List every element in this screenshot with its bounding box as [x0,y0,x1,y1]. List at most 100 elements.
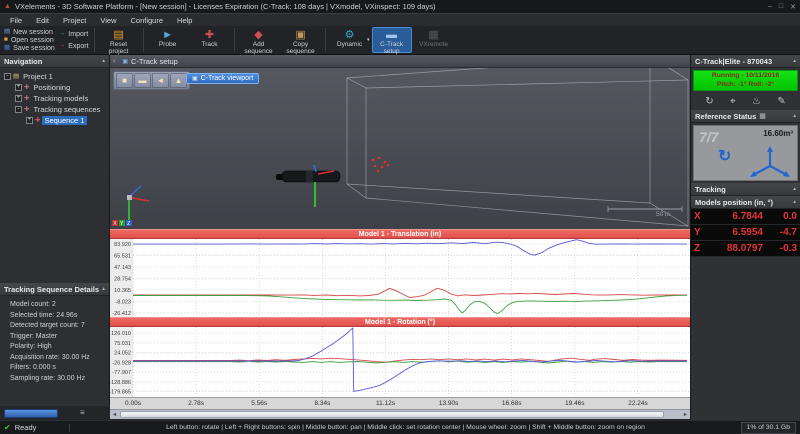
tree-expander-icon[interactable]: + [15,84,22,91]
menu-bar: File Edit Project View Configure Help [0,13,800,26]
toolbar-label: C-Track setup [380,41,403,55]
reference-status-header[interactable]: Reference Status ▦ ▴ [691,110,800,123]
dropdown-caret-icon[interactable]: ▾ [367,37,370,43]
tree-item-label: Tracking sequences [33,105,101,114]
toolbar-dynamic[interactable]: ⚙ Dynamic ▾ [330,27,370,53]
rotation-icon[interactable]: ↻ [705,96,713,107]
viewport-view-toolbar: ■ ▬ ◄ ▲ [113,71,190,90]
ctrack-tools-row: ↻ ⌖ ♨ ✎ [691,93,800,110]
scroll-left-icon[interactable]: ◄ [110,412,119,418]
left-view-icon[interactable]: ◄ [152,73,169,88]
detail-line: Model count: 2 [10,301,56,308]
tree-item-label: Tracking models [33,94,89,103]
toolbar-probe[interactable]: ► Probe [148,27,188,53]
reflector-targets [371,156,390,173]
toolbar-new-session[interactable]: ▤ New session [4,28,55,36]
time-tick-label: 19.46s [565,400,585,407]
menu-file[interactable]: File [3,16,29,25]
tracking-sequences-icon: ✚ [24,106,30,113]
progress-bar [4,408,58,418]
window-controls: – □ ✕ [768,3,796,11]
toolbar-import[interactable]: → Import [59,30,89,38]
targets-detected-count: 7/7 [699,129,719,145]
toolbar-reset-project[interactable]: ▤ Reset project [99,27,139,55]
toolbar-label: Save session [13,44,55,52]
ctrack-device[interactable] [276,164,341,207]
top-view-icon[interactable]: ▲ [170,73,187,88]
tracking-header[interactable]: Tracking ▴ [691,183,800,196]
top-view-icon: ▲ [174,76,183,85]
viewport-button-icon: ▣ [192,76,198,82]
toolbar-export[interactable]: → Export [59,42,89,50]
tree-expander-icon[interactable]: - [4,73,11,80]
collapse-caret-icon[interactable]: ▴ [793,113,796,119]
statusbar-separator: | [68,423,71,432]
menu-edit[interactable]: Edit [29,16,56,25]
left-view-icon: ◄ [156,76,165,85]
import-icon: → [58,30,66,37]
close-button[interactable]: ✕ [790,3,796,11]
tracking-title: Tracking [695,184,726,194]
grid-icon[interactable]: ▦ [759,112,766,120]
svg-text:83.920: 83.920 [114,242,131,248]
models-position-header[interactable]: Models position (in, °) ▴ [691,196,800,209]
tree-expander-icon[interactable]: + [15,95,22,102]
time-tick-label: 8.34s [314,400,331,407]
perspective-view-icon[interactable]: ■ [116,73,133,88]
nav-item-positioning[interactable]: + ✚ Positioning [0,82,109,93]
detail-line: Sampling rate: 30.00 Hz [10,374,86,382]
collapse-caret-icon[interactable]: ▴ [793,58,796,64]
tree-expander-icon[interactable]: - [15,106,22,113]
tab-ctrack-setup[interactable]: ▣ C-Track setup [118,57,182,66]
sequence-details-header[interactable]: Tracking Sequence Details ▴ [0,283,109,296]
minimize-button[interactable]: – [768,3,772,11]
toolbar-add-sequence[interactable]: ◆ Add sequence [239,27,279,55]
collapse-caret-icon[interactable]: ▴ [102,58,105,64]
collapse-caret-icon[interactable]: ▴ [102,286,105,292]
maximize-button[interactable]: □ [779,3,783,11]
toolbar-copy-sequence[interactable]: ▣ Copy sequence [281,27,321,55]
navigation-header[interactable]: Navigation ▴ [0,55,109,68]
collapse-caret-icon[interactable]: ▴ [793,199,796,205]
toolbar-save-session[interactable]: ▦ Save session [4,44,55,52]
measurement-volume-wireframe [346,68,689,227]
open-session-icon: ■ [4,36,8,43]
menu-configure[interactable]: Configure [124,16,171,25]
temperature-icon[interactable]: ♨ [752,96,761,107]
probe-icon: ► [162,29,173,41]
collapse-caret-icon[interactable]: ▴ [793,186,796,192]
time-tick-label: 11.12s [375,400,396,407]
collapse-left-chevron-icon[interactable]: ‹ [113,58,115,65]
tree-expander-icon[interactable]: + [26,117,33,124]
ctrack-panel-header[interactable]: C-Track|Elite - 870043 ▴ [691,55,800,68]
nav-item-tracking-models[interactable]: + ✚ Tracking models [0,93,109,104]
toolbar-open-session[interactable]: ■ Open session [4,36,55,44]
scroll-right-icon[interactable]: ► [681,412,690,418]
tree-item-label: Project 1 [23,72,53,81]
viewport-3d[interactable]: ■ ▬ ◄ ▲ ▣ C-Track viewport X Y Z 50 in [110,68,690,229]
menu-grip-icon[interactable]: ≡ [80,409,85,417]
reference-status-box: 7/7 16.60m³ ↻ [693,125,798,181]
menu-view[interactable]: View [93,16,123,25]
translation-chart-plot: 83.920 65.531 47.143 28.754 10.365 -8.023 -26.… [110,239,690,317]
chart-scrollbar[interactable]: ◄ ► [110,409,690,419]
toolbar-c-track-setup[interactable]: ▬ C-Track setup [371,27,412,55]
svg-text:Z: Z [127,221,130,227]
toolbar-track[interactable]: ✚ Track [190,27,230,53]
target-icon[interactable]: ⌖ [730,96,736,107]
scale-bar [607,206,683,212]
position-value: 6.7844 [732,211,763,222]
project-icon: ▤ [13,73,20,80]
chart-canvas: 83.920 65.531 47.143 28.754 10.365 -8.023 -26.… [110,239,690,317]
toolbar-label: Dynamic [336,41,363,48]
nav-item-project-1[interactable]: - ▤ Project 1 [0,71,109,82]
scrollbar-thumb[interactable] [120,411,664,418]
menu-help[interactable]: Help [170,16,199,25]
calibration-pen-icon[interactable]: ✎ [777,96,785,107]
toolbar-separator [142,28,144,52]
menu-project[interactable]: Project [56,16,93,25]
nav-item-sequence-1[interactable]: + ✚ Sequence 1 [0,115,109,126]
front-view-icon[interactable]: ▬ [134,73,151,88]
nav-item-tracking-sequences[interactable]: - ✚ Tracking sequences [0,104,109,115]
ctrack-viewport-button[interactable]: ▣ C-Track viewport [186,73,260,84]
